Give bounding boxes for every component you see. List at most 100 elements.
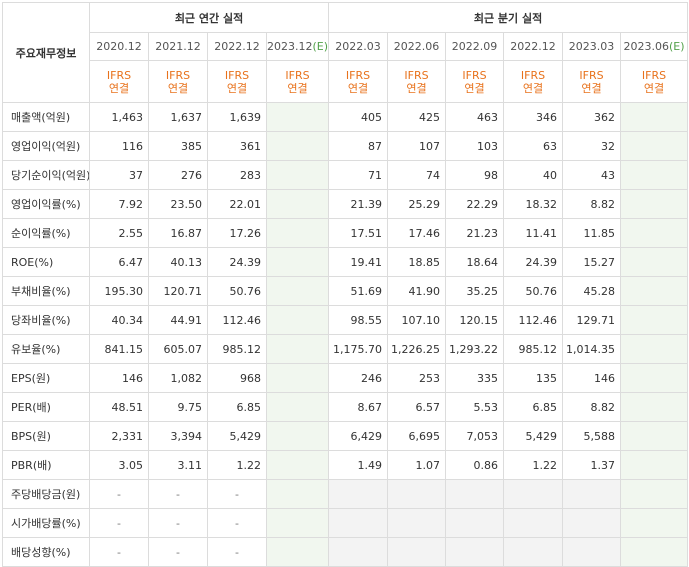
data-cell: 146	[562, 363, 622, 393]
accounting-standard-ifrs: IFRS	[224, 68, 250, 82]
estimate-mark: (E)	[312, 40, 329, 53]
data-cell: 3.05	[89, 450, 149, 480]
data-cell: 335	[445, 363, 505, 393]
data-cell: 18.32	[503, 189, 564, 219]
accounting-standard-consolidated: 연결	[464, 81, 485, 95]
data-cell: 21.39	[328, 189, 389, 219]
accounting-standard-consolidated: 연결	[347, 81, 369, 95]
data-cell: 1,175.70	[328, 334, 389, 364]
data-cell	[562, 479, 622, 509]
table-row: 시가배당률(%) - - -	[2, 508, 689, 538]
data-cell: 11.85	[562, 218, 622, 248]
data-cell: 44.91	[148, 305, 208, 335]
table-row: PER(배) 48.51 9.75 6.85 8.67 6.57 5.53 6.85 8.82	[2, 392, 689, 422]
data-cell	[620, 305, 689, 335]
accounting-standard: IFRS 연결	[387, 60, 447, 103]
period-label: 2023.03	[568, 40, 615, 53]
accounting-standard: IFRS 연결	[503, 60, 564, 103]
data-cell: -	[148, 537, 208, 567]
data-cell: 1,639	[207, 102, 267, 132]
data-cell: 1,082	[148, 363, 208, 393]
accounting-standard: IFRS 연결	[89, 60, 149, 103]
accounting-standard-consolidated: 연결	[226, 81, 248, 95]
data-cell: 17.51	[328, 218, 389, 248]
data-cell	[265, 131, 330, 161]
data-cell	[562, 508, 622, 538]
data-cell	[620, 189, 689, 219]
data-cell	[620, 421, 689, 451]
period-label: 2022.12	[510, 40, 556, 53]
data-cell: 2,331	[89, 421, 149, 451]
data-cell: 129.71	[562, 305, 622, 335]
accounting-standard-row: IFRS 연결 IFRS 연결 IFRS 연결 IFRS 연결 IFRS 연결 IFRS 연결 IFRS…	[3, 60, 689, 103]
accounting-standard-consolidated: 연결	[643, 81, 665, 95]
data-cell: 21.23	[445, 218, 505, 248]
financial-summary-table: 주요재무정보 최근 연간 실적 최근 분기 실적 2020.12 2021.12 2…	[2, 2, 689, 567]
data-cell	[620, 479, 689, 509]
data-cell: 425	[387, 102, 447, 132]
data-cell	[265, 450, 330, 480]
data-cell: 120.15	[445, 305, 505, 335]
data-cell: 1,014.35	[562, 334, 622, 364]
data-cell: 23.50	[148, 189, 208, 219]
accounting-standard-consolidated: 연결	[581, 81, 602, 95]
accounting-standard-ifrs: IFRS	[285, 68, 310, 82]
data-cell: 40.13	[148, 247, 208, 277]
data-cell: 43	[562, 160, 622, 190]
data-cell: 17.26	[207, 218, 267, 248]
data-cell: 135	[503, 363, 564, 393]
data-cell	[265, 189, 330, 219]
estimate-mark: (E)	[669, 40, 685, 53]
accounting-standard: IFRS 연결	[265, 60, 330, 103]
data-cell	[328, 479, 389, 509]
data-cell: 48.51	[89, 392, 149, 422]
data-cell: 0.86	[445, 450, 505, 480]
data-cell	[503, 479, 564, 509]
period-label: 2023.12	[267, 40, 313, 53]
data-cell: 985.12	[207, 334, 267, 364]
data-cell: 8.82	[562, 392, 622, 422]
row-label: 시가배당률(%)	[2, 508, 90, 538]
data-cell	[620, 363, 689, 393]
row-label: 영업이익(억원)	[2, 131, 90, 161]
data-cell	[620, 508, 689, 538]
data-cell	[265, 305, 330, 335]
data-cell: 25.29	[387, 189, 447, 219]
table-row: 당좌비율(%) 40.34 44.91 112.46 98.55 107.10 120.15…	[2, 305, 689, 335]
accounting-standard: IFRS 연결	[207, 60, 267, 103]
data-cell: 1.07	[387, 450, 447, 480]
table-row: 주당배당금(원) - - -	[2, 479, 689, 509]
data-cell: 6.47	[89, 247, 149, 277]
data-cell	[265, 392, 330, 422]
data-cell: 116	[89, 131, 149, 161]
data-cell: 15.27	[562, 247, 622, 277]
data-cell: 253	[387, 363, 447, 393]
data-cell: 362	[562, 102, 622, 132]
period-header: 2022.09	[445, 32, 505, 61]
data-cell	[620, 537, 689, 567]
data-cell: 5,429	[207, 421, 267, 451]
data-cell: 18.85	[387, 247, 447, 277]
group-header-row: 주요재무정보 최근 연간 실적 최근 분기 실적	[2, 2, 689, 103]
data-cell	[328, 508, 389, 538]
accounting-standard-consolidated: 연결	[108, 81, 130, 95]
data-cell: 5,429	[503, 421, 564, 451]
data-cell: 3.11	[148, 450, 208, 480]
data-cell: 246	[328, 363, 389, 393]
period-header: 2022.06	[387, 32, 447, 61]
table-row: PBR(배) 3.05 3.11 1.22 1.49 1.07 0.86 1.22 1.37	[2, 450, 689, 480]
accounting-standard: IFRS 연결	[620, 60, 689, 103]
data-cell	[265, 421, 330, 451]
table-row: BPS(원) 2,331 3,394 5,429 6,429 6,695 7,053 5,42…	[2, 421, 689, 451]
row-label: EPS(원)	[2, 363, 90, 393]
table-row: 당기순이익(억원) 37 276 283 71 74 98 40 43	[2, 160, 689, 190]
data-cell: 1,293.22	[445, 334, 505, 364]
accounting-standard-ifrs: IFRS	[462, 68, 487, 82]
accounting-standard: IFRS 연결	[562, 60, 622, 103]
data-cell: 22.01	[207, 189, 267, 219]
table-body: 매출액(억원) 1,463 1,637 1,639 405 425 463 346 362 영업이…	[2, 102, 689, 567]
data-cell: -	[148, 479, 208, 509]
accounting-standard-consolidated: 연결	[167, 81, 189, 95]
data-cell	[265, 247, 330, 277]
data-cell: 16.87	[148, 218, 208, 248]
